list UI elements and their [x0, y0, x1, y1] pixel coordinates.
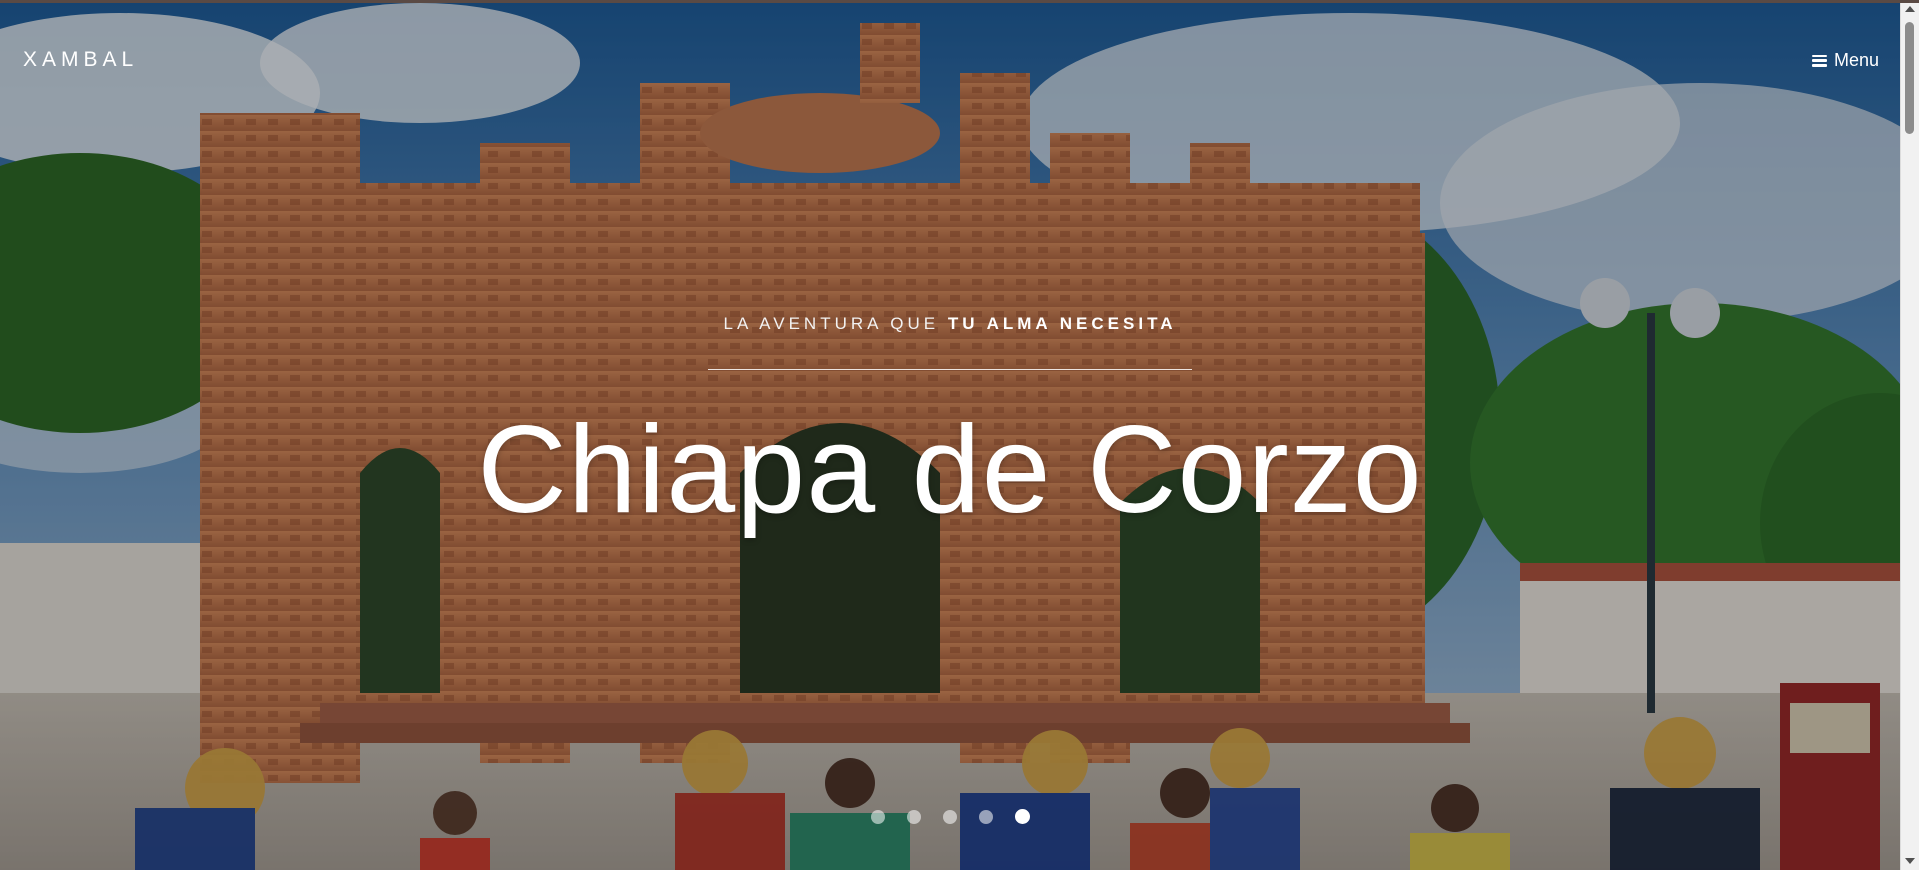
slider-dot-2[interactable] — [907, 809, 921, 824]
brand-logo[interactable]: XAMBAL — [23, 48, 138, 72]
slider-dot-4[interactable] — [979, 809, 993, 824]
hero-divider — [708, 369, 1192, 370]
hero-title: Chiapa de Corzo — [477, 401, 1423, 539]
hamburger-icon — [1811, 54, 1827, 67]
slider-dot-5[interactable] — [1015, 809, 1030, 824]
top-accent-bar — [0, 0, 1919, 3]
hero-eyebrow: LA AVENTURA QUE TU ALMA NECESITA — [0, 314, 1900, 334]
page: XAMBAL Menu LA AVENTURA QUE TU ALMA NECE… — [0, 0, 1919, 870]
menu-label: Menu — [1833, 50, 1879, 70]
scroll-up-arrow-icon[interactable] — [1905, 6, 1915, 12]
scrollbar-thumb[interactable] — [1905, 22, 1914, 134]
hero-eyebrow-normal: LA AVENTURA QUE — [723, 314, 948, 333]
hero-eyebrow-bold: TU ALMA NECESITA — [947, 314, 1177, 333]
vertical-scrollbar[interactable] — [1900, 0, 1919, 870]
menu-button[interactable]: Menu — [1811, 50, 1879, 71]
scroll-down-arrow-icon[interactable] — [1905, 858, 1915, 864]
slider-dot-1[interactable] — [871, 809, 885, 824]
slider-pagination — [871, 809, 1030, 824]
slider-dot-3[interactable] — [943, 809, 957, 824]
